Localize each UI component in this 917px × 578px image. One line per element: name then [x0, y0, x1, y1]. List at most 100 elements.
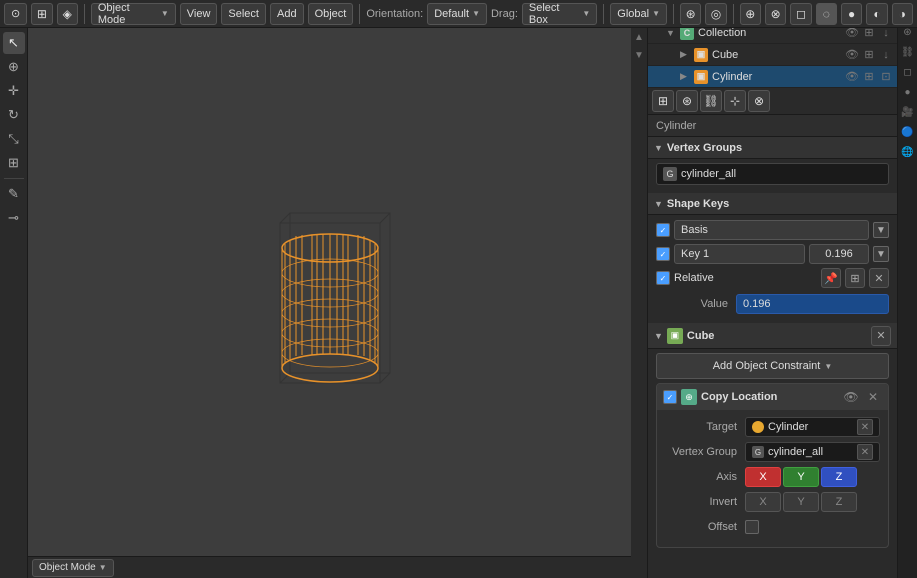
relative-check[interactable]: ✓ — [656, 271, 670, 285]
move-tool-btn[interactable]: ✛ — [3, 80, 25, 102]
cyl-render-icon[interactable]: ⊞ — [862, 70, 876, 83]
sk-options-btn[interactable]: ⊞ — [845, 268, 865, 288]
cl-close-btn[interactable]: ✕ — [864, 388, 882, 406]
viewport[interactable]: ▲ ▼ Object Mode ▼ — [28, 28, 647, 578]
orientation-value: Default — [434, 8, 469, 20]
basis-toggle[interactable]: ▼ — [873, 222, 889, 238]
particles-icon-btn[interactable]: ⊹ — [724, 90, 746, 112]
cube-sel-icon[interactable]: ↓ — [879, 49, 893, 61]
measure-tool-btn[interactable]: ⊸ — [3, 207, 25, 229]
scale-tool-btn[interactable]: ⤡ — [3, 128, 25, 150]
sk-close-btn[interactable]: ✕ — [869, 268, 889, 288]
shading-wire-btn[interactable]: ◌ — [816, 3, 837, 25]
snap-btn[interactable]: ⊛ — [680, 3, 701, 25]
vertex-groups-header[interactable]: ▼ Vertex Groups — [648, 137, 897, 159]
axis-z-btn[interactable]: Z — [821, 467, 857, 487]
scene-btn[interactable]: ⊞ — [31, 3, 52, 25]
right-panel-scroll-strip: ⊞ ⊛ ⛓ ◻ ● 🎥 🔵 🌐 — [897, 0, 917, 578]
shape-keys-header[interactable]: ▼ Shape Keys — [648, 193, 897, 215]
blender-menu-btn[interactable]: ⊙ — [4, 3, 27, 25]
target-clear-btn[interactable]: ✕ — [857, 419, 873, 435]
constraints-icon-btn[interactable]: ⛓ — [700, 90, 722, 112]
collection-sel-icon[interactable]: ↓ — [879, 27, 893, 39]
invert-y-btn[interactable]: Y — [783, 492, 819, 512]
key1-text: Key 1 — [681, 248, 709, 260]
add-constraint-btn[interactable]: Add Object Constraint ▼ — [656, 353, 889, 379]
cyl-sel-icon[interactable]: ⊡ — [879, 70, 893, 83]
xray-btn[interactable]: ◻ — [790, 3, 811, 25]
physics-icon-btn[interactable]: ⊗ — [748, 90, 770, 112]
shading-render-btn[interactable]: ◑ — [892, 3, 913, 25]
cube-eye-icon[interactable]: 👁 — [845, 48, 859, 61]
shading-solid-btn[interactable]: ● — [841, 3, 862, 25]
value-field[interactable]: 0.196 — [736, 294, 889, 314]
axis-btns: X Y Z — [745, 467, 857, 487]
pin-icon-btn[interactable]: 📌 — [821, 268, 841, 288]
vg-expand-icon: ▼ — [654, 143, 663, 153]
constraints-header-bar: ▼ ▣ Cube ✕ — [648, 323, 897, 349]
mode-dropdown[interactable]: Object Mode ▼ — [91, 3, 176, 25]
value-text: 0.196 — [743, 298, 771, 310]
offset-check[interactable] — [745, 520, 759, 534]
show-overlay-btn[interactable]: ⊗ — [765, 3, 786, 25]
cursor-tool-btn[interactable]: ⊕ — [3, 56, 25, 78]
cyl-eye-icon[interactable]: 👁 — [845, 70, 859, 83]
annotate-tool-btn[interactable]: ✎ — [3, 183, 25, 205]
shading-material-btn[interactable]: ◐ — [866, 3, 887, 25]
separator-5 — [733, 4, 734, 24]
mode-label: Object Mode — [98, 2, 158, 26]
global-dropdown[interactable]: Global ▼ — [610, 3, 667, 25]
vgroup-field[interactable]: G cylinder_all ✕ — [745, 442, 880, 462]
orientation-dropdown[interactable]: Default ▼ — [427, 3, 487, 25]
nav-icon-2[interactable]: ▼ — [632, 48, 646, 62]
props-material-icon[interactable]: ● — [900, 84, 916, 100]
target-obj-icon — [752, 421, 764, 433]
rotate-tool-btn[interactable]: ↻ — [3, 104, 25, 126]
object-menu-btn[interactable]: Object — [308, 3, 354, 25]
outliner-cylinder[interactable]: ▶ ▣ Cylinder 👁 ⊞ ⊡ — [648, 66, 897, 88]
modifier-icon-btn[interactable]: ⊛ — [676, 90, 698, 112]
constraints-obj-name: Cube — [687, 330, 867, 342]
viewport-3d[interactable] — [28, 28, 631, 578]
axis-y-btn[interactable]: Y — [783, 467, 819, 487]
drag-dropdown[interactable]: Select Box ▼ — [522, 3, 597, 25]
invert-z-btn[interactable]: Z — [821, 492, 857, 512]
show-gizmo-btn[interactable]: ⊕ — [740, 3, 761, 25]
props-world-icon[interactable]: 🌐 — [900, 144, 916, 160]
outliner-cube[interactable]: ▶ ▣ Cube 👁 ⊞ ↓ — [648, 44, 897, 66]
props-data-icon[interactable]: ◻ — [900, 64, 916, 80]
basis-check[interactable]: ✓ — [656, 223, 670, 237]
basis-label[interactable]: Basis — [674, 220, 869, 240]
cl-eye-btn[interactable]: 👁 — [842, 388, 860, 406]
constraints-extra-btn[interactable]: ✕ — [871, 326, 891, 346]
view-layer-btn[interactable]: ◈ — [57, 3, 78, 25]
object-label: Object — [315, 8, 347, 20]
props-render-icon[interactable]: 🎥 — [900, 104, 916, 120]
view-menu-btn[interactable]: View — [180, 3, 218, 25]
invert-row: Invert X Y Z — [665, 491, 880, 513]
props-scene-icon[interactable]: 🔵 — [900, 124, 916, 140]
key1-label[interactable]: Key 1 — [674, 244, 805, 264]
vgroup-clear-btn[interactable]: ✕ — [857, 444, 873, 460]
add-menu-btn[interactable]: Add — [270, 3, 304, 25]
copy-location-constraint: ✓ ⊕ Copy Location 👁 ✕ Target Cylinder ✕ — [656, 383, 889, 548]
vp-mode-dropdown[interactable]: Object Mode ▼ — [32, 559, 114, 577]
axis-x-btn[interactable]: X — [745, 467, 781, 487]
proportional-btn[interactable]: ◎ — [705, 3, 726, 25]
cube-render-icon[interactable]: ⊞ — [862, 48, 876, 61]
props-constraints-icon[interactable]: ⛓ — [900, 44, 916, 60]
target-field[interactable]: Cylinder ✕ — [745, 417, 880, 437]
transform-tool-btn[interactable]: ⊞ — [3, 152, 25, 174]
object-data-icon-btn[interactable]: ⊞ — [652, 90, 674, 112]
nav-icon-1[interactable]: ▲ — [632, 30, 646, 44]
vertex-group-row: Vertex Group G cylinder_all ✕ — [665, 441, 880, 463]
select-tool-btn[interactable]: ↖ — [3, 32, 25, 54]
vertex-group-field[interactable]: G cylinder_all — [656, 163, 889, 185]
invert-x-btn[interactable]: X — [745, 492, 781, 512]
key1-check[interactable]: ✓ — [656, 247, 670, 261]
select-menu-btn[interactable]: Select — [221, 3, 266, 25]
cl-enable-check[interactable]: ✓ — [663, 390, 677, 404]
cl-body: Target Cylinder ✕ Vertex Group G cylinde… — [657, 410, 888, 547]
key1-toggle[interactable]: ▼ — [873, 246, 889, 262]
key1-value[interactable]: 0.196 — [809, 244, 869, 264]
